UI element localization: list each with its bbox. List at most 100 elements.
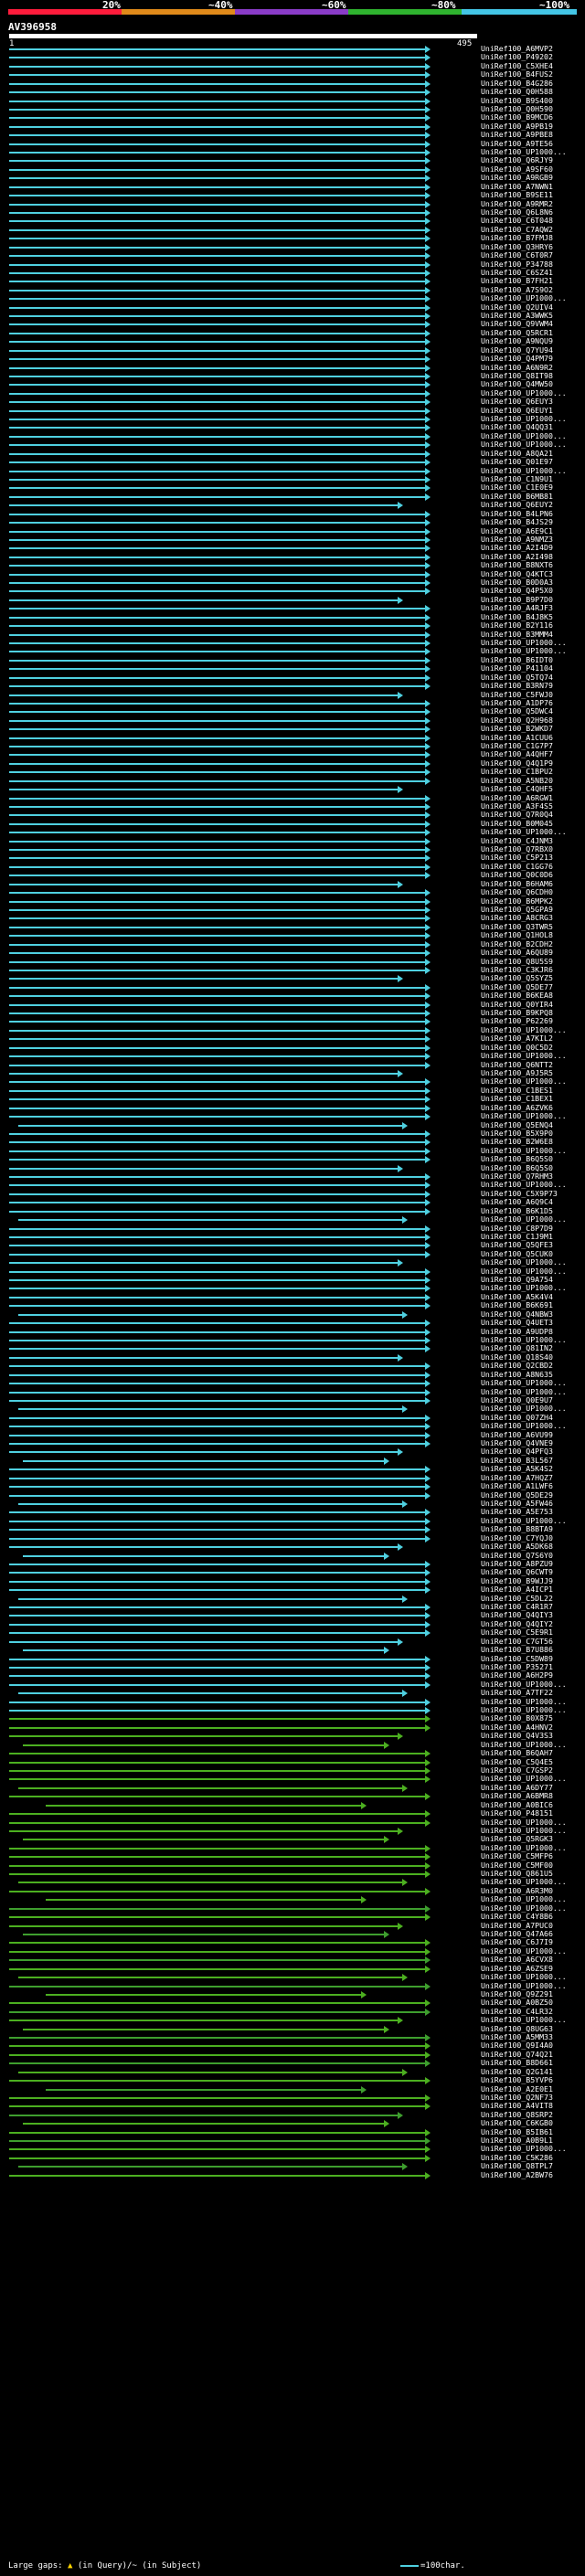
hit-alignment <box>9 909 425 911</box>
hit-label[interactable]: UniRef100_UP1000... <box>481 1258 567 1267</box>
hit-alignment <box>9 2096 425 2099</box>
hit-label[interactable]: UniRef100_B2WKD7 <box>481 725 553 733</box>
hit-label[interactable]: UniRef100_C4QHF5 <box>481 785 553 793</box>
hit-label[interactable]: UniRef100_UP1000... <box>481 2016 567 2024</box>
hit-label[interactable]: UniRef100_Q4PM79 <box>481 355 553 363</box>
hit-arrow-icon <box>402 1216 408 1224</box>
hit-alignment <box>9 1235 425 1238</box>
hit-label[interactable]: UniRef100_B8BTA9 <box>481 1525 553 1533</box>
hit-label[interactable]: UniRef100_Q2CBD2 <box>481 1362 553 1370</box>
hit-arrow-icon <box>425 1104 431 1112</box>
hit-alignment <box>9 865 425 868</box>
hit-alignment <box>9 943 425 946</box>
hit-label[interactable]: UniRef100_A9PBE8 <box>481 131 553 139</box>
hit-label[interactable]: UniRef100_UP1000... <box>481 1052 567 1060</box>
hit-label[interactable]: UniRef100_B4JS29 <box>481 518 553 526</box>
hit-label[interactable]: UniRef100_C6T0R7 <box>481 251 553 260</box>
hit-label[interactable]: UniRef100_A6CVX8 <box>481 1956 553 1964</box>
hit-label[interactable]: UniRef100_B4FUS2 <box>481 70 553 79</box>
hit-label[interactable]: UniRef100_B7U886 <box>481 1646 553 1654</box>
hit-label[interactable]: UniRef100_A6QU89 <box>481 949 553 957</box>
hit-alignment <box>9 1202 425 1204</box>
hit-arrow-icon <box>425 837 431 845</box>
hit-label[interactable]: UniRef100_Q1HOL8 <box>481 931 553 939</box>
hit-label[interactable]: UniRef100_UP1000... <box>481 1422 567 1430</box>
hit-label[interactable]: UniRef100_Q6CDH0 <box>481 888 553 896</box>
hit-label[interactable]: UniRef100_UP1000... <box>481 1973 567 1981</box>
hit-label[interactable]: UniRef100_B5YVP6 <box>481 2076 553 2084</box>
hit-alignment <box>9 220 425 223</box>
hit-label[interactable]: UniRef100_A9RGB9 <box>481 174 553 182</box>
hit-arrow-icon <box>425 1113 431 1121</box>
hit-label[interactable]: UniRef100_Q01E97 <box>481 458 553 466</box>
hit-label[interactable]: UniRef100_A7KIL2 <box>481 1034 553 1043</box>
hit-arrow-icon <box>425 1913 431 1922</box>
hit-label[interactable]: UniRef100_UP1000... <box>481 828 567 836</box>
hit-label[interactable]: UniRef100_Q0H588 <box>481 88 553 96</box>
hit-label[interactable]: UniRef100_B6Q5S0 <box>481 1155 553 1163</box>
hit-label[interactable]: UniRef100_B6K691 <box>481 1301 553 1309</box>
hit-label[interactable]: UniRef100_Q4UET3 <box>481 1319 553 1327</box>
hit-label[interactable]: UniRef100_Q5RGK3 <box>481 1835 553 1843</box>
hit-alignment <box>9 2157 425 2159</box>
hit-label[interactable]: UniRef100_UP1000... <box>481 1215 567 1224</box>
hit-label[interactable]: UniRef100_P41104 <box>481 664 553 673</box>
hit-label[interactable]: UniRef100_C1BEX1 <box>481 1095 553 1103</box>
hit-arrow-icon <box>425 1182 431 1190</box>
hit-alignment <box>9 969 425 971</box>
hit-arrow-icon <box>425 372 431 380</box>
hit-label[interactable]: UniRef100_B2W6E8 <box>481 1138 553 1146</box>
hit-label[interactable]: UniRef100_C5E9R1 <box>481 1628 553 1637</box>
hit-arrow-icon <box>384 1930 389 1938</box>
hit-label[interactable]: UniRef100_B6QAH7 <box>481 1749 553 1757</box>
hit-alignment <box>9 1761 425 1764</box>
hit-label[interactable]: UniRef100_A4ICP1 <box>481 1585 553 1594</box>
hit-label[interactable]: UniRef100_A2I4D9 <box>481 544 553 552</box>
hit-label[interactable]: UniRef100_B3RN79 <box>481 682 553 690</box>
hit-label[interactable]: UniRef100_A9NQU9 <box>481 337 553 345</box>
hit-label[interactable]: UniRef100_A6BMR8 <box>481 1792 553 1800</box>
hit-label[interactable]: UniRef100_C4Y8B6 <box>481 1913 553 1921</box>
hit-alignment <box>9 1563 425 1565</box>
hit-label[interactable]: UniRef100_A6Q9C4 <box>481 1198 553 1206</box>
hit-label[interactable]: UniRef100_Q6CWT9 <box>481 1568 553 1576</box>
hit-arrow-icon <box>425 1207 431 1215</box>
hit-label[interactable]: UniRef100_Q4V3S3 <box>481 1732 553 1740</box>
hit-label[interactable]: UniRef100_UP1000... <box>481 1895 567 1903</box>
hit-label[interactable]: UniRef100_C1BPU2 <box>481 768 553 776</box>
hit-label[interactable]: UniRef100_UP1000... <box>481 1405 567 1413</box>
hit-label[interactable]: UniRef100_C6KGB0 <box>481 2119 553 2127</box>
hit-label[interactable]: UniRef100_UP1000... <box>481 294 567 302</box>
hit-label[interactable]: UniRef100_B6KEA8 <box>481 991 553 1000</box>
hit-label[interactable]: UniRef100_UP1000... <box>481 1379 567 1387</box>
hit-alignment <box>9 1942 425 1945</box>
hit-label[interactable]: UniRef100_Q5SYZ5 <box>481 974 553 982</box>
hit-label[interactable]: UniRef100_B8D661 <box>481 2059 553 2067</box>
hit-alignment <box>9 117 425 120</box>
hit-label[interactable]: UniRef100_UP1000... <box>481 1112 567 1120</box>
hit-label[interactable]: UniRef100_Q8TPL7 <box>481 2162 553 2170</box>
hit-label[interactable]: UniRef100_UP1000... <box>481 440 567 449</box>
hit-label[interactable]: UniRef100_A2BW76 <box>481 2170 553 2179</box>
hit-label[interactable]: UniRef100_B7FH21 <box>481 277 553 285</box>
hit-label[interactable]: UniRef100_B2Y116 <box>481 621 553 630</box>
hit-label[interactable]: UniRef100_B7FMJ8 <box>481 234 553 242</box>
hit-label[interactable]: UniRef100_Q6EUY3 <box>481 398 553 406</box>
hit-label[interactable]: UniRef100_Q6EUY2 <box>481 501 553 509</box>
hit-label[interactable]: UniRef100_A4RJF3 <box>481 604 553 612</box>
hit-label[interactable]: UniRef100_B9SE11 <box>481 191 553 199</box>
hit-alignment <box>9 926 425 928</box>
hit-label[interactable]: UniRef100_P48151 <box>481 1809 553 1818</box>
hit-label[interactable]: UniRef100_B8NXT6 <box>481 561 553 569</box>
hit-label[interactable]: UniRef100_B9MCD6 <box>481 113 553 122</box>
hit-arrow-icon <box>361 1896 367 1904</box>
hit-label[interactable]: UniRef100_A0BZ50 <box>481 1998 553 2007</box>
hit-label[interactable]: UniRef100_A7TF22 <box>481 1689 553 1697</box>
hit-label[interactable]: UniRef100_A5DK68 <box>481 1542 553 1551</box>
hit-label[interactable]: UniRef100_A5K4S2 <box>481 1465 553 1473</box>
hit-label[interactable]: UniRef100_Q5DWC4 <box>481 707 553 716</box>
hit-alignment <box>9 65 425 68</box>
hit-label[interactable]: UniRef100_Q0C0D6 <box>481 871 553 879</box>
hit-label[interactable]: UniRef100_A1LWF6 <box>481 1482 553 1490</box>
hit-label[interactable]: UniRef100_C5MFP6 <box>481 1852 553 1860</box>
